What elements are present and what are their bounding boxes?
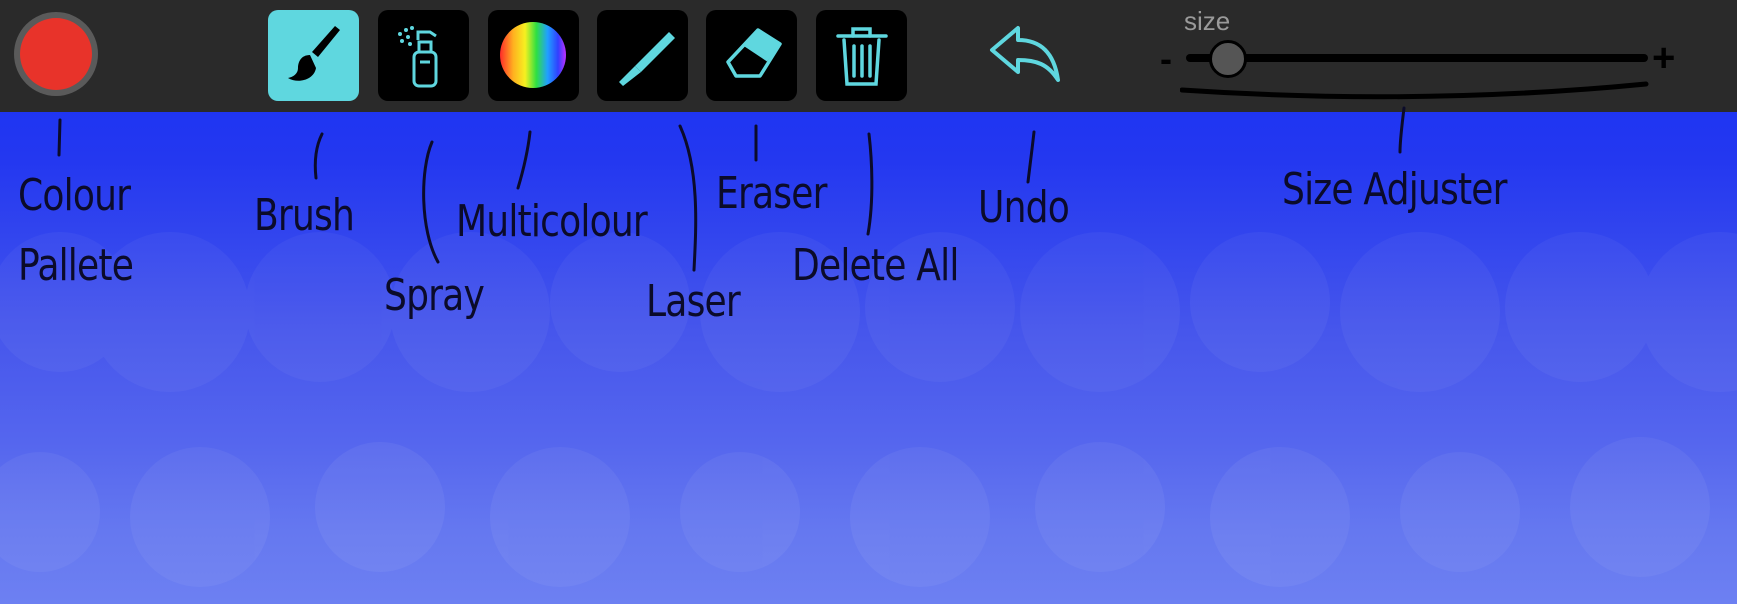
annotation-delete-all: Delete All — [792, 240, 959, 291]
annotation-pallete: Pallete — [18, 240, 134, 291]
annotation-eraser: Eraser — [716, 168, 827, 219]
annotation-undo: Undo — [978, 182, 1070, 233]
annotation-size-adjuster: Size Adjuster — [1282, 164, 1508, 215]
annotation-laser: Laser — [646, 276, 741, 327]
annotation-colour: Colour — [18, 170, 131, 221]
annotation-brush: Brush — [254, 190, 355, 241]
annotation-multicolour: Multicolour — [456, 196, 648, 247]
annotation-spray: Spray — [384, 270, 485, 321]
annotation-leader-lines — [57, 106, 1406, 272]
